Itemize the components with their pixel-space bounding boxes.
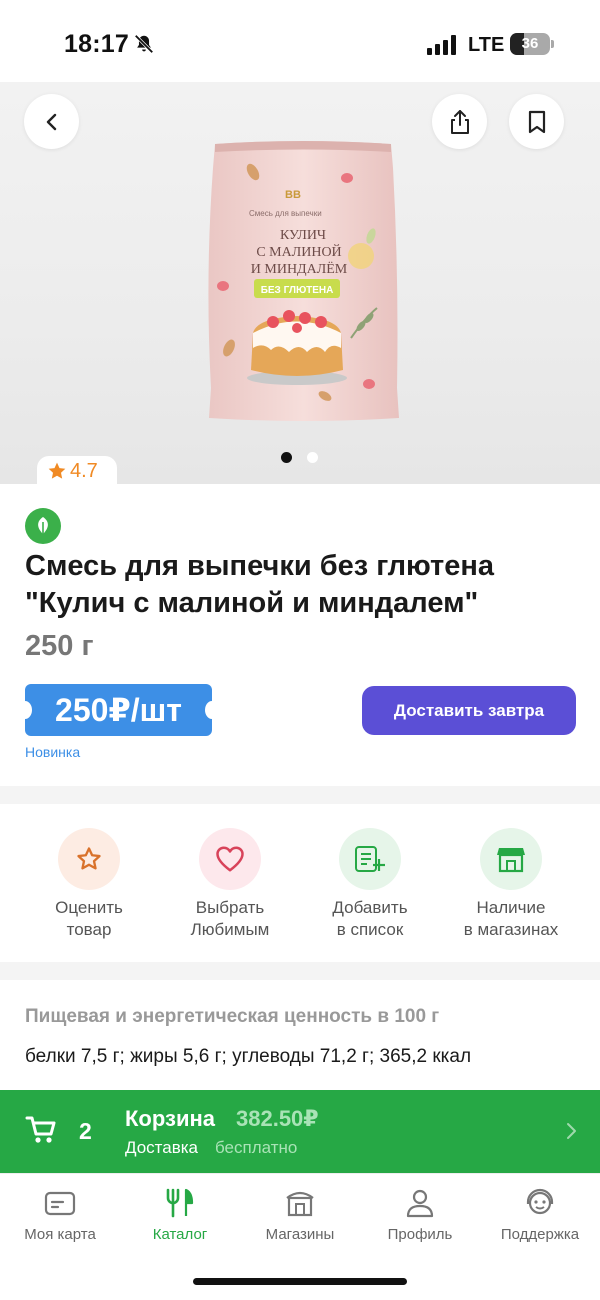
status-time: 18:17 [64, 30, 129, 58]
action-label: в магазинах [463, 920, 559, 939]
rate-product-action[interactable]: Оценить товар [19, 828, 159, 941]
package-name-1: КУЛИЧ [280, 228, 326, 243]
product-title: Смесь для выпечки без глютена "Кулич с м… [25, 548, 585, 622]
card-icon [44, 1191, 76, 1216]
package-name-2: С МАЛИНОЙ [256, 243, 341, 260]
package-brand: ВВ [285, 189, 301, 201]
product-image-gallery[interactable]: ВВ Смесь для выпечки КУЛИЧ С МАЛИНОЙ И М… [0, 82, 600, 484]
add-to-list-action[interactable]: Добавить в список [300, 828, 440, 941]
store-icon [480, 828, 542, 890]
cart-title: Корзина [125, 1106, 215, 1131]
price-value: 250₽/шт [55, 692, 182, 728]
product-title-line1: Смесь для выпечки без глютена [25, 550, 495, 582]
share-button[interactable] [432, 94, 487, 149]
cart-bar[interactable]: 2 Корзина 382.50₽ Доставка бесплатно [0, 1090, 600, 1173]
new-badge: Новинка [25, 744, 81, 760]
product-weight: 250 г [25, 630, 94, 662]
bookmark-icon [528, 110, 545, 133]
eco-leaf-icon [25, 508, 61, 544]
cart-delivery-label: Доставка [125, 1138, 199, 1157]
network-label: LTE [468, 34, 505, 56]
tab-label: Профиль [387, 1226, 453, 1243]
gallery-dot[interactable] [307, 452, 318, 463]
nutrition-title: Пищевая и энергетическая ценность в 100 … [25, 1006, 440, 1027]
rating-value: 4.7 [70, 459, 98, 482]
price-tag: 250₽/шт [18, 684, 219, 736]
battery-icon: 36 [510, 33, 550, 55]
action-label: Оценить [55, 898, 123, 917]
chevron-left-icon [46, 113, 56, 130]
action-label: Любимым [190, 920, 270, 939]
tab-my-card[interactable]: Моя карта [0, 1186, 120, 1243]
package-name-3: И МИНДАЛЁМ [251, 260, 348, 277]
nutrition-value: белки 7,5 г; жиры 5,6 г; углеводы 71,2 г… [25, 1046, 472, 1067]
profile-icon [406, 1189, 434, 1218]
star-outline-icon [58, 828, 120, 890]
tab-label: Каталог [152, 1226, 208, 1243]
product-title-line2: "Кулич с малиной и миндалем" [25, 587, 479, 619]
fork-knife-icon [166, 1188, 194, 1218]
section-divider [0, 786, 600, 804]
signal-icon [427, 35, 456, 55]
store-availability-action[interactable]: Наличие в магазинах [441, 828, 581, 941]
action-label: товар [66, 920, 112, 939]
action-label: Добавить [332, 898, 408, 917]
tab-catalog[interactable]: Каталог [120, 1186, 240, 1243]
chevron-right-icon [567, 1123, 576, 1139]
bell-slash-icon [134, 34, 154, 54]
bookmark-button[interactable] [509, 94, 564, 149]
tab-label: Магазины [265, 1226, 335, 1243]
tab-support[interactable]: Поддержка [480, 1186, 600, 1243]
product-package-image: ВВ Смесь для выпечки КУЛИЧ С МАЛИНОЙ И М… [208, 141, 399, 421]
battery-level: 36 [521, 35, 539, 52]
share-icon [450, 109, 469, 134]
tab-stores[interactable]: Магазины [240, 1186, 360, 1243]
tab-label: Моя карта [24, 1226, 96, 1243]
action-label: в список [336, 920, 404, 939]
gallery-dot-active[interactable] [281, 452, 292, 463]
cart-count: 2 [79, 1118, 92, 1144]
deliver-tomorrow-button[interactable]: Доставить завтра [362, 686, 576, 735]
tab-profile[interactable]: Профиль [360, 1186, 480, 1243]
shop-icon [286, 1191, 314, 1217]
battery-tip [551, 40, 554, 48]
heart-icon [199, 828, 261, 890]
tab-label: Поддержка [500, 1226, 580, 1243]
support-icon [526, 1188, 554, 1215]
star-icon [48, 462, 66, 479]
back-button[interactable] [24, 94, 79, 149]
section-divider [0, 962, 600, 980]
cart-delivery-value: бесплатно [215, 1138, 298, 1157]
list-add-icon [339, 828, 401, 890]
cart-sum: 382.50₽ [236, 1106, 319, 1131]
action-label: Выбрать [195, 898, 265, 917]
package-subtitle: Смесь для выпечки [249, 209, 322, 218]
cart-icon [25, 1116, 56, 1143]
home-indicator[interactable] [193, 1278, 407, 1285]
rating-badge[interactable]: 4.7 [37, 456, 117, 486]
package-tag: БЕЗ ГЛЮТЕНА [261, 285, 334, 296]
status-bar: 18:17 LTE 36 [0, 0, 600, 82]
action-label: Наличие [476, 898, 546, 917]
favorite-action[interactable]: Выбрать Любимым [160, 828, 300, 941]
